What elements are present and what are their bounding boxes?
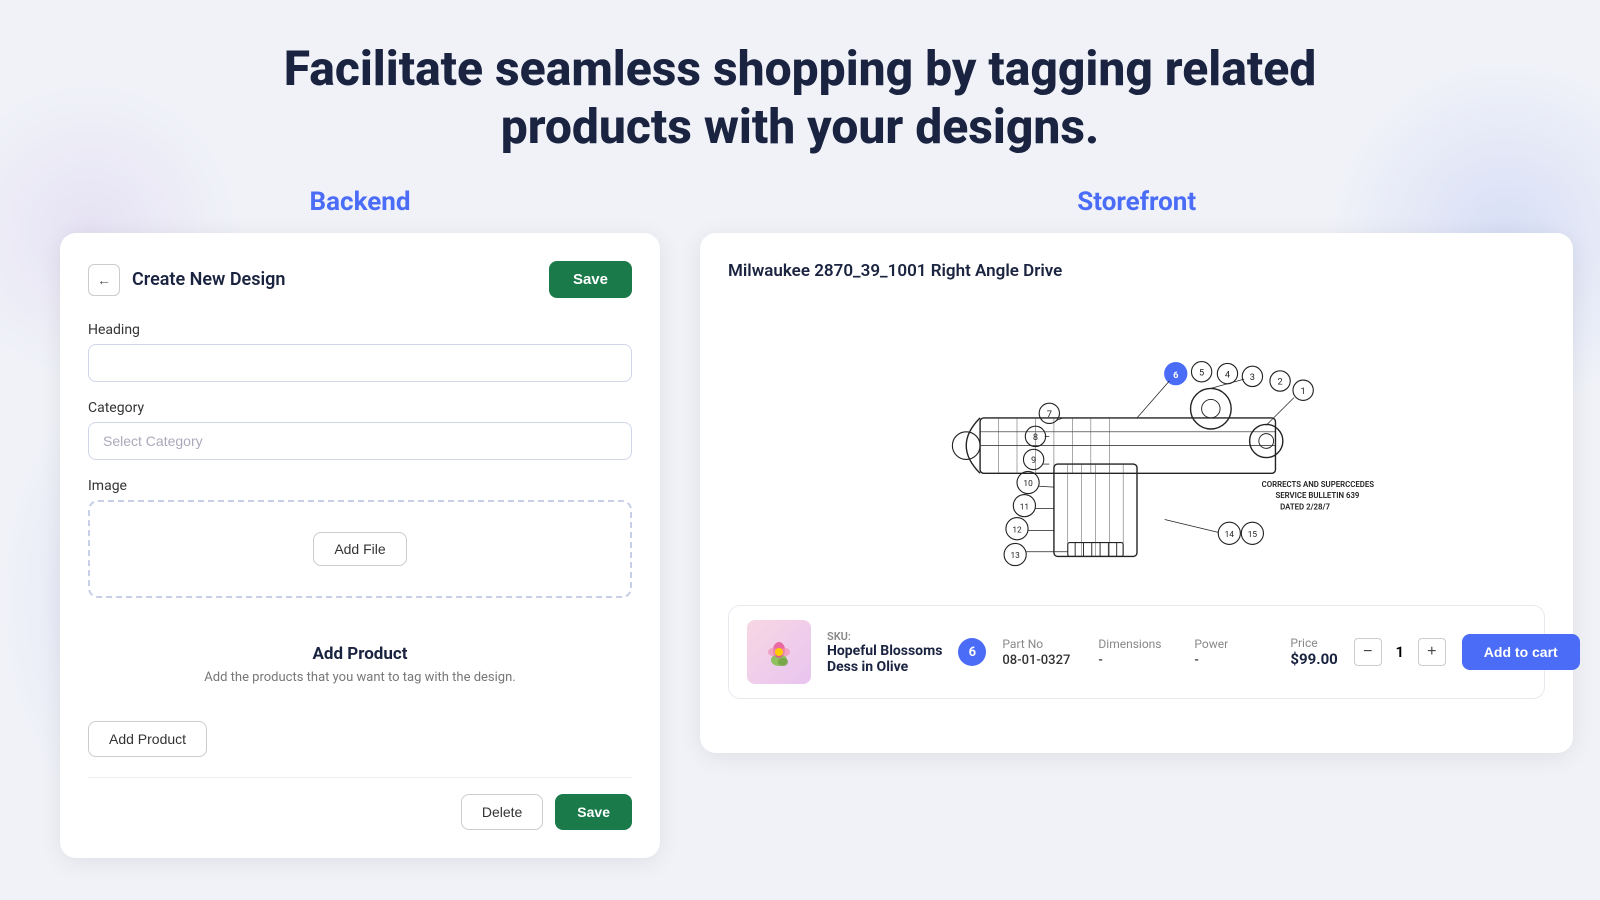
svg-text:2: 2	[1277, 377, 1282, 388]
image-group: Image Add File	[88, 478, 632, 598]
heading-input[interactable]	[88, 344, 632, 382]
storefront-product-title: Milwaukee 2870_39_1001 Right Angle Drive	[728, 261, 1545, 281]
card-title: Create New Design	[132, 269, 285, 290]
storefront-panel: Storefront Milwaukee 2870_39_1001 Right …	[700, 187, 1573, 858]
price-col: Price $99.00	[1290, 636, 1337, 668]
add-product-button[interactable]: Add Product	[88, 721, 207, 757]
qty-value: 1	[1390, 643, 1410, 661]
price-value: $99.00	[1290, 650, 1337, 668]
main-heading: Facilitate seamless shopping by tagging …	[60, 40, 1540, 155]
svg-text:14: 14	[1224, 530, 1234, 540]
card-footer: Delete Save	[88, 777, 632, 830]
product-thumbnail	[747, 620, 811, 684]
category-group: Category	[88, 400, 632, 460]
power-label: Power	[1194, 637, 1274, 651]
quantity-stepper[interactable]: − 1 +	[1354, 638, 1446, 666]
power-value: -	[1194, 653, 1274, 668]
product-name: Hopeful Blossoms Dess in Olive	[827, 643, 942, 675]
backend-panel: Backend ← Create New Design Save Heading	[60, 187, 660, 858]
backend-label: Backend	[60, 187, 660, 217]
dimensions-value: -	[1098, 653, 1178, 668]
svg-text:11: 11	[1019, 502, 1028, 512]
svg-text:7: 7	[1046, 409, 1051, 420]
storefront-label: Storefront	[700, 187, 1573, 217]
product-row: SKU: Hopeful Blossoms Dess in Olive 6 Pa…	[728, 605, 1545, 699]
back-button[interactable]: ←	[88, 264, 120, 296]
svg-text:DATED 2/28/7: DATED 2/28/7	[1280, 502, 1330, 511]
card-header-left: ← Create New Design	[88, 264, 285, 296]
svg-text:SERVICE BULLETIN 639: SERVICE BULLETIN 639	[1275, 491, 1359, 500]
price-label: Price	[1290, 636, 1337, 650]
add-file-button[interactable]: Add File	[313, 532, 406, 566]
part-no-col: Part No 08-01-0327	[1002, 637, 1082, 668]
category-input[interactable]	[88, 422, 632, 460]
add-product-section: Add Product Add the products that you wa…	[88, 616, 632, 701]
svg-text:12: 12	[1012, 526, 1022, 536]
svg-text:6: 6	[1173, 370, 1178, 381]
svg-text:CORRECTS AND SUPERCCEDES: CORRECTS AND SUPERCCEDES	[1261, 480, 1374, 489]
product-badge: 6	[958, 638, 986, 666]
add-product-title: Add Product	[88, 644, 632, 664]
svg-text:9: 9	[1031, 455, 1036, 466]
heading-label: Heading	[88, 322, 632, 338]
card-header: ← Create New Design Save	[88, 261, 632, 298]
svg-text:4: 4	[1225, 369, 1230, 380]
svg-text:5: 5	[1199, 368, 1204, 379]
diagram-area: 1 2 3 4 5	[728, 301, 1545, 581]
image-label: Image	[88, 478, 632, 494]
svg-text:10: 10	[1023, 479, 1033, 489]
svg-text:1: 1	[1300, 386, 1305, 397]
qty-minus-button[interactable]: −	[1354, 638, 1382, 666]
part-no-value: 08-01-0327	[1002, 653, 1082, 668]
svg-text:8: 8	[1033, 432, 1038, 443]
add-product-btn-row: Add Product	[88, 721, 632, 757]
svg-text:15: 15	[1247, 530, 1257, 540]
add-product-desc: Add the products that you want to tag wi…	[88, 670, 632, 685]
backend-card: ← Create New Design Save Heading Categor…	[60, 233, 660, 858]
svg-text:13: 13	[1010, 551, 1020, 561]
save-bottom-button[interactable]: Save	[555, 794, 632, 830]
delete-button[interactable]: Delete	[461, 794, 543, 830]
qty-plus-button[interactable]: +	[1418, 638, 1446, 666]
category-label: Category	[88, 400, 632, 416]
product-info: SKU: Hopeful Blossoms Dess in Olive	[827, 630, 942, 675]
image-upload-area: Add File	[88, 500, 632, 598]
heading-group: Heading	[88, 322, 632, 382]
technical-diagram: 1 2 3 4 5	[897, 301, 1377, 581]
add-to-cart-button[interactable]: Add to cart	[1462, 634, 1580, 670]
dimensions-label: Dimensions	[1098, 637, 1178, 651]
dimensions-col: Dimensions -	[1098, 637, 1178, 668]
storefront-card: Milwaukee 2870_39_1001 Right Angle Drive	[700, 233, 1573, 753]
part-no-label: Part No	[1002, 637, 1082, 651]
power-col: Power -	[1194, 637, 1274, 668]
sku-label: SKU:	[827, 630, 942, 643]
product-image	[759, 632, 799, 672]
save-top-button[interactable]: Save	[549, 261, 632, 298]
svg-text:3: 3	[1249, 372, 1254, 383]
